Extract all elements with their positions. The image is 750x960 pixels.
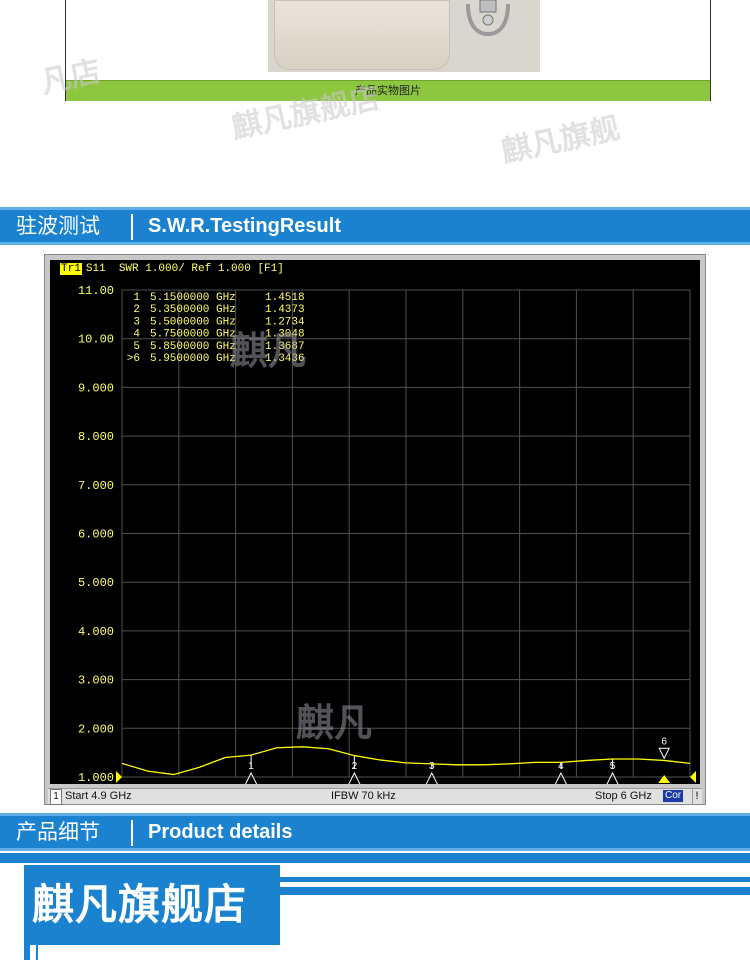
y-tick-label: 9.000	[78, 381, 114, 395]
marker-frequency: 5.7500000 GHz	[150, 329, 236, 341]
banner-top-line	[0, 853, 750, 863]
marker-id: 3	[133, 316, 140, 328]
store-title: 麒凡旗舰店	[32, 880, 248, 929]
trace-header: Tr1 S11 SWR 1.000/ Ref 1.000 [F1]	[60, 261, 284, 277]
marker-id: 1	[133, 292, 140, 304]
marker-label: 6	[661, 736, 667, 747]
y-tick-label: 11.00	[78, 284, 114, 298]
y-tick-label: 6.000	[78, 528, 114, 542]
start-frequency: Start 4.9 GHz	[65, 790, 132, 802]
trace-tag[interactable]: Tr1	[60, 263, 82, 275]
banner-stripe	[280, 877, 750, 882]
marker-triangle	[245, 771, 258, 784]
analyzer-screen: 11.00 10.00 9.000 8.000 7.000 6.000 5.000 4.000…	[50, 260, 700, 784]
banner-stripe	[280, 887, 750, 895]
network-analyzer-window: 11.00 10.00 9.000 8.000 7.000 6.000 5.000 4.000…	[44, 254, 706, 805]
y-tick-label: 5.000	[78, 576, 114, 590]
product-photo-panel: 产品实物图片	[65, 0, 711, 101]
banner-corner-notch	[30, 945, 36, 960]
product-photo	[268, 0, 540, 72]
marker-swr-value: 1.4373	[265, 304, 305, 316]
trace-header-text: S11 SWR 1.000/ Ref 1.000 [F1]	[85, 263, 284, 275]
section-title-cn: 驻波测试	[16, 214, 100, 238]
y-tick-label: 1.000	[78, 771, 114, 784]
channel-indicator[interactable]: 1	[50, 789, 62, 805]
marker-triangle	[425, 771, 438, 784]
marker-triangle	[348, 771, 361, 784]
banner-label: 麒凡旗舰店	[24, 865, 280, 945]
ifbw-readout: IFBW 70 kHz	[331, 790, 396, 802]
stop-frequency: Stop 6 GHz	[595, 790, 652, 802]
section-title-en: S.W.R.TestingResult	[148, 215, 341, 237]
alert-indicator: !	[692, 789, 701, 804]
marker-frequency: 5.3500000 GHz	[150, 304, 236, 316]
ref-arrow-left	[116, 771, 122, 783]
y-tick-label: 8.000	[78, 430, 114, 444]
photo-caption-bar: 产品实物图片	[66, 80, 710, 101]
marker-swr-value: 1.4518	[265, 292, 305, 304]
marker-label: 5	[610, 761, 616, 772]
watermark: 麒凡旗舰	[498, 110, 624, 171]
marker-triangle	[554, 771, 567, 784]
y-tick-label: 10.00	[78, 333, 114, 347]
active-marker-indicator	[658, 775, 671, 783]
marker-frequency: 5.8500000 GHz	[150, 341, 236, 353]
marker-triangle	[658, 747, 670, 760]
marker-label: 4	[558, 761, 564, 772]
watermark: 麒凡	[230, 329, 307, 373]
status-bar: 1 Start 4.9 GHz IFBW 70 kHz Stop 6 GHz C…	[48, 788, 702, 805]
photo-caption: 产品实物图片	[355, 84, 421, 97]
marker-label: 1	[248, 761, 254, 772]
section-title-cn: 产品细节	[16, 820, 100, 844]
marker-frequency: 5.9500000 GHz	[150, 353, 236, 365]
y-tick-label: 2.000	[78, 722, 114, 736]
correction-badge[interactable]: Cor	[663, 790, 684, 802]
swr-plot: 11.00 10.00 9.000 8.000 7.000 6.000 5.000 4.000…	[78, 284, 696, 784]
marker-label: 2	[352, 761, 358, 772]
y-tick-label: 3.000	[78, 674, 114, 688]
y-tick-label: 4.000	[78, 625, 114, 639]
marker-id: 4	[133, 329, 140, 341]
store-banner: 麒凡旗舰店	[0, 853, 750, 960]
section-divider	[131, 820, 133, 846]
section-header-details: 产品细节 Product details	[0, 813, 750, 851]
section-title-en: Product details	[148, 821, 293, 843]
watermark: 麒凡	[296, 701, 373, 745]
marker-frequency: 5.5000000 GHz	[150, 316, 236, 328]
section-header-swr: 驻波测试 S.W.R.TestingResult	[0, 207, 750, 245]
marker-id: 2	[133, 304, 140, 316]
marker-id: 5	[133, 341, 140, 353]
marker-triangle	[606, 771, 619, 784]
y-tick-label: 7.000	[78, 479, 114, 493]
marker-id: >6	[127, 353, 140, 365]
marker-label: 3	[429, 761, 435, 772]
ref-arrow-right	[690, 771, 696, 783]
antenna-case-image	[274, 0, 450, 70]
section-divider	[131, 214, 133, 240]
marker-frequency: 5.1500000 GHz	[150, 292, 236, 304]
connector-image	[466, 0, 510, 37]
